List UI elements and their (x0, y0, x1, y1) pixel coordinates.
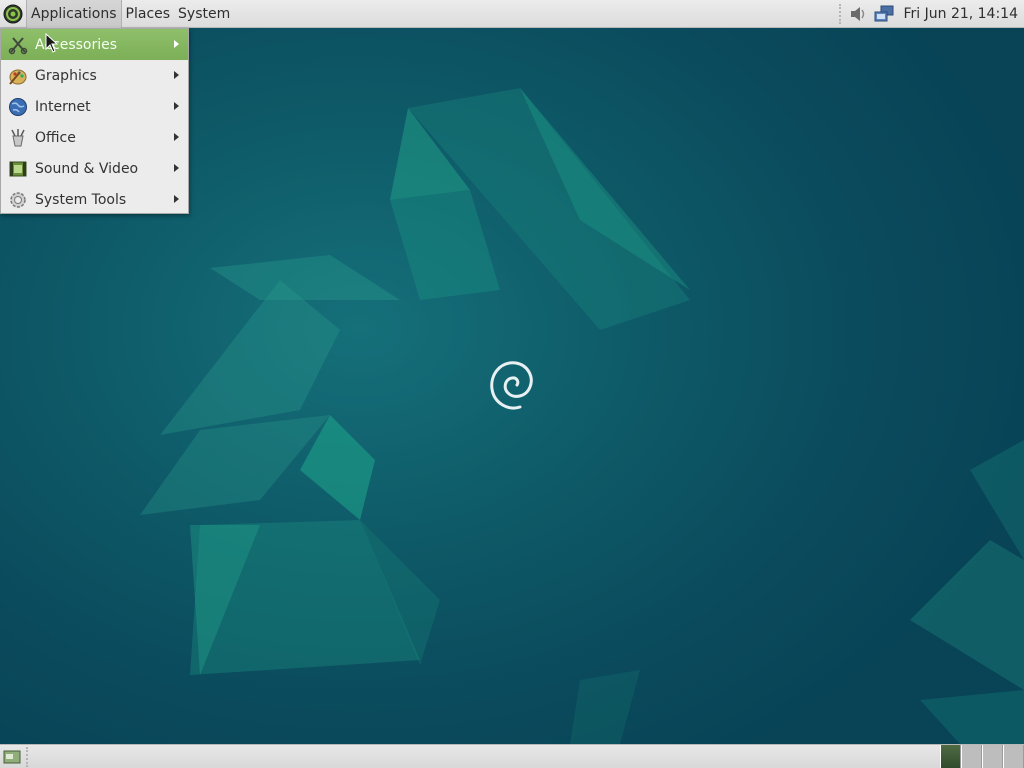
mouse-cursor-icon (45, 33, 59, 53)
submenu-arrow-icon (174, 40, 179, 48)
internet-icon (7, 96, 29, 118)
applications-menu: Accessories Graphics Internet Office Sou… (0, 28, 189, 214)
menu-item-system-tools[interactable]: System Tools (1, 184, 188, 215)
debian-swirl-logo (490, 361, 533, 410)
menu-item-label: System Tools (35, 191, 127, 208)
applications-menu-button[interactable]: Applications (26, 0, 122, 28)
menu-item-accessories[interactable]: Accessories (1, 29, 188, 60)
office-icon (7, 127, 29, 149)
submenu-arrow-icon (174, 102, 179, 110)
menu-item-sound-video[interactable]: Sound & Video (1, 153, 188, 184)
show-desktop-icon[interactable] (0, 745, 24, 768)
menu-item-label: Sound & Video (35, 160, 139, 177)
top-panel: Applications Places System Fri Jun 21, 1… (0, 0, 1024, 28)
debian-menu-icon[interactable] (0, 0, 26, 28)
places-menu-button[interactable]: Places (122, 0, 175, 28)
panel-grip (26, 746, 30, 767)
volume-icon[interactable] (845, 0, 871, 28)
menu-item-label: Graphics (35, 67, 97, 84)
submenu-arrow-icon (174, 164, 179, 172)
notification-area: Fri Jun 21, 14:14 (837, 0, 1024, 28)
workspace-1[interactable] (940, 744, 961, 768)
submenu-arrow-icon (174, 195, 179, 203)
workspace-4[interactable] (1003, 744, 1024, 768)
graphics-icon (7, 65, 29, 87)
clock[interactable]: Fri Jun 21, 14:14 (897, 6, 1024, 22)
submenu-arrow-icon (174, 71, 179, 79)
system-tools-icon (7, 189, 29, 211)
workspace-switcher (940, 744, 1024, 768)
panel-grip (839, 3, 843, 24)
menu-item-label: Internet (35, 98, 91, 115)
network-icon[interactable] (871, 0, 897, 28)
accessories-icon (7, 34, 29, 56)
menu-item-internet[interactable]: Internet (1, 91, 188, 122)
submenu-arrow-icon (174, 133, 179, 141)
workspace-2[interactable] (961, 744, 982, 768)
system-menu-button[interactable]: System (174, 0, 234, 28)
menu-item-office[interactable]: Office (1, 122, 188, 153)
workspace-3[interactable] (982, 744, 1003, 768)
menu-item-graphics[interactable]: Graphics (1, 60, 188, 91)
sound-video-icon (7, 158, 29, 180)
menu-item-label: Office (35, 129, 76, 146)
bottom-panel (0, 744, 1024, 768)
